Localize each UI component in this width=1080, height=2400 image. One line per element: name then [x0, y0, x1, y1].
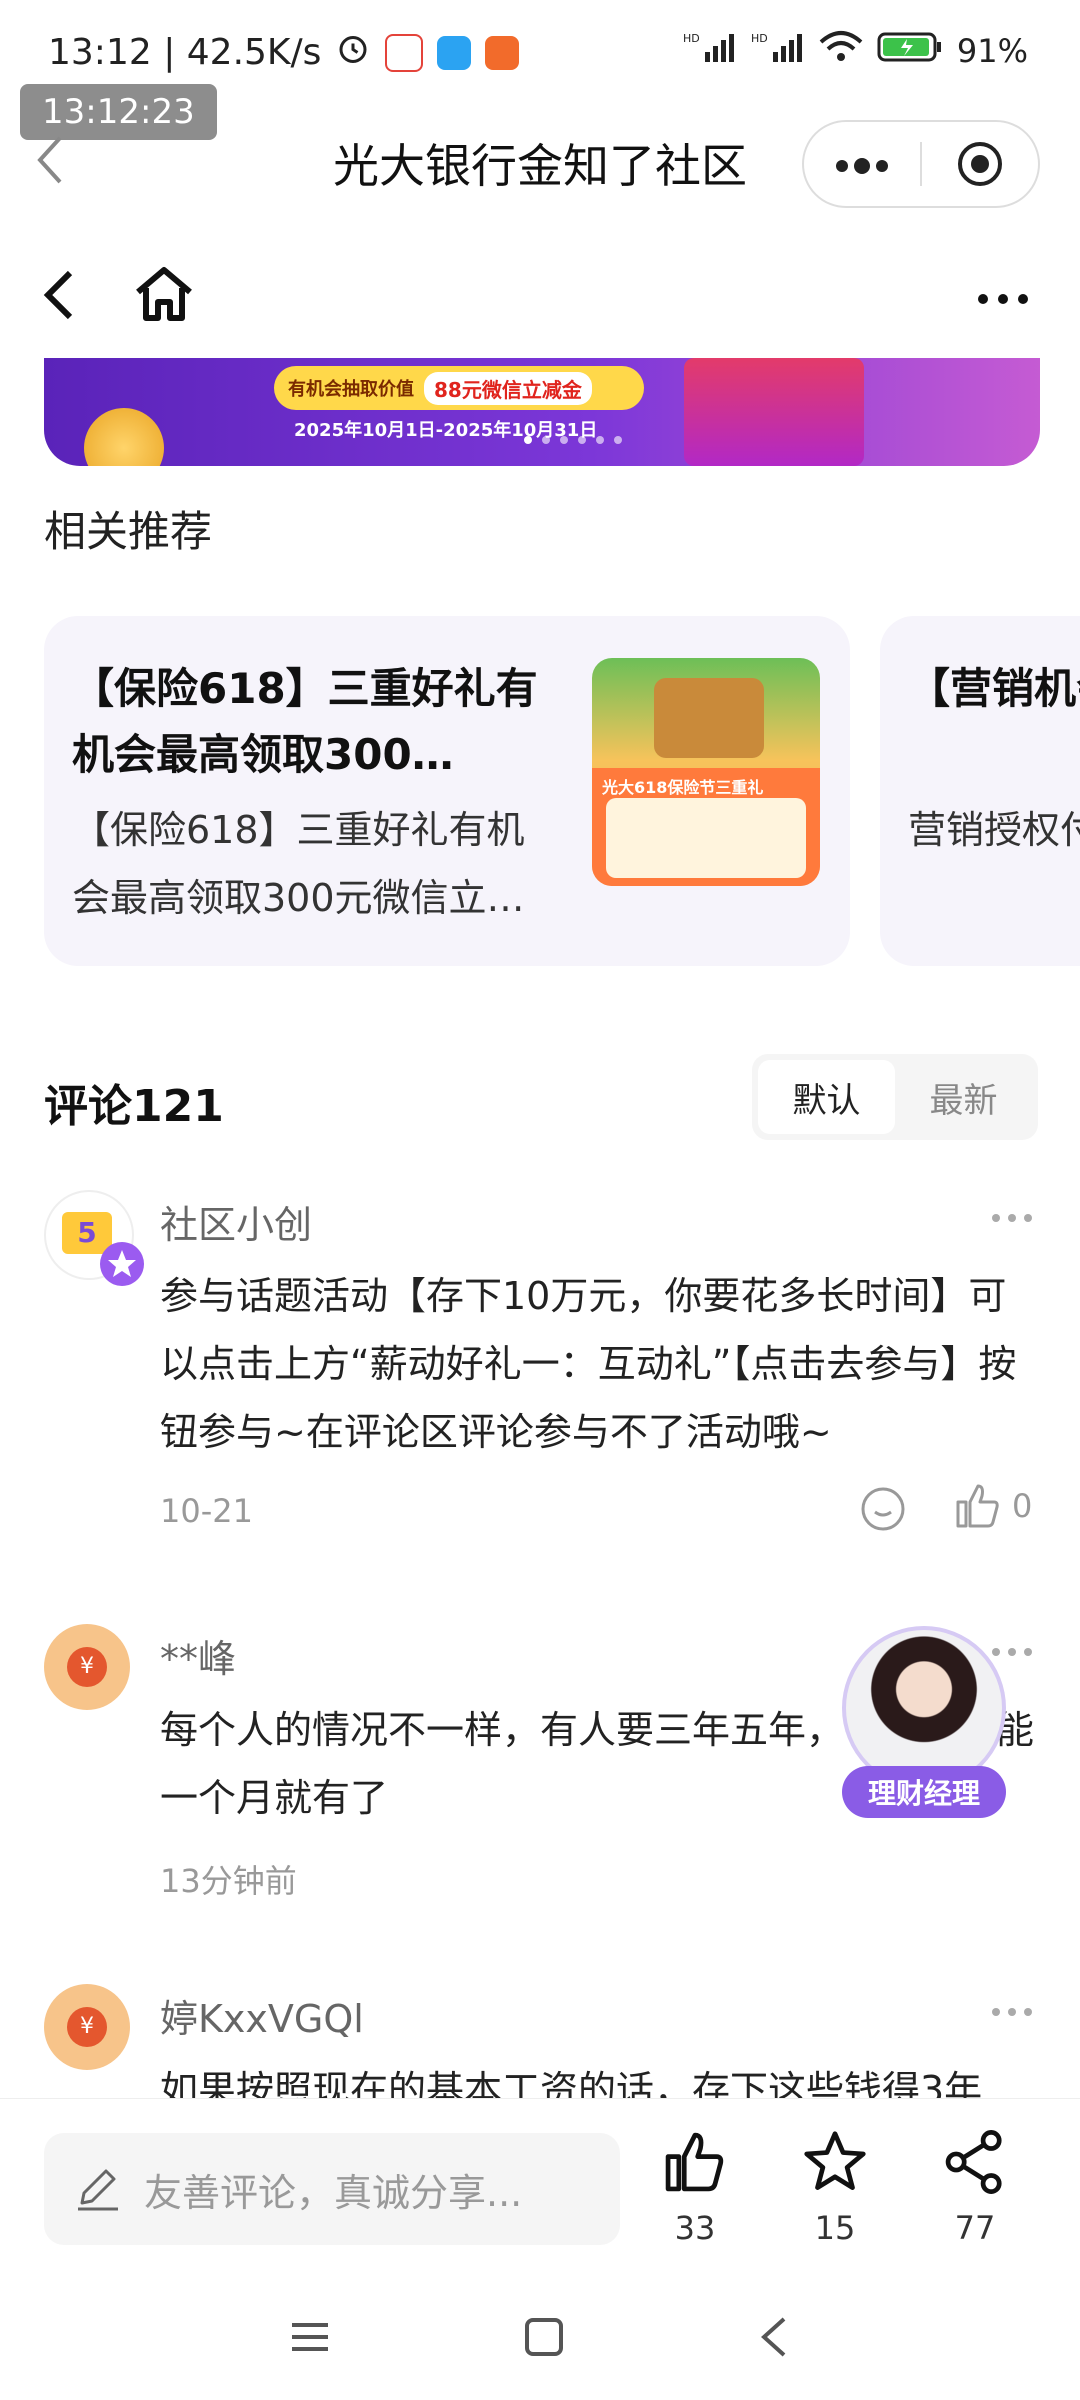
banner-pill-highlight: 88元微信立减金 — [424, 371, 592, 405]
like-count: 33 — [674, 2209, 716, 2247]
status-right: HD HD 91% — [683, 30, 1028, 72]
like-button[interactable]: 33 — [650, 2127, 740, 2247]
wifi-icon — [819, 30, 863, 72]
money-bag-icon: ¥ — [67, 1647, 107, 1687]
comment-date: 10-21 — [160, 1492, 253, 1530]
more-icon[interactable] — [976, 270, 1030, 316]
status-time-speed: 13:12 | 42.5K/s — [48, 32, 322, 73]
home-square-icon[interactable] — [522, 2315, 566, 2363]
comment-input-placeholder: 友善评论，真诚分享... — [144, 2170, 523, 2215]
pencil-icon — [78, 2169, 118, 2211]
banner-dot — [560, 436, 568, 444]
signal-icon-2: HD — [751, 30, 805, 72]
menu-icon[interactable] — [288, 2317, 332, 2361]
avatar[interactable]: ¥ — [44, 1624, 130, 1710]
sort-latest-button[interactable]: 最新 — [895, 1060, 1032, 1134]
thumb-up-icon — [956, 1484, 999, 1528]
money-bag-icon: ¥ — [67, 2007, 107, 2047]
sort-default-button[interactable]: 默认 — [758, 1060, 895, 1134]
status-left: 13:12 | 42.5K/s — [48, 30, 520, 75]
back-icon[interactable] — [40, 265, 76, 329]
share-icon — [945, 2130, 1002, 2194]
comment-more-icon[interactable] — [990, 1188, 1034, 1234]
system-back-icon[interactable] — [756, 2313, 792, 2365]
recommend-section-title: 相关推荐 — [44, 507, 213, 556]
app-icon-orange — [485, 35, 520, 70]
advisor-label[interactable]: 理财经理 — [842, 1766, 1006, 1818]
capsule-more-button[interactable] — [804, 144, 920, 185]
avatar[interactable]: ¥ — [44, 1984, 130, 2070]
comment-like-count: 0 — [1012, 1487, 1033, 1525]
share-button[interactable]: 77 — [930, 2127, 1020, 2247]
banner-pagination — [524, 436, 622, 444]
promo-banner[interactable]: 有机会抽取价值 88元微信立减金 2025年10月1日-2025年10月31日 — [44, 358, 1040, 466]
system-navigation-bar — [0, 2278, 1080, 2400]
miniapp-capsule — [802, 120, 1040, 208]
comment-item: 5 — [44, 1190, 144, 1286]
comment-input[interactable]: 友善评论，真诚分享... — [44, 2133, 620, 2245]
avatar[interactable]: 5 — [44, 1190, 144, 1286]
thumbnail-panel — [606, 798, 806, 878]
share-count: 77 — [954, 2209, 996, 2247]
app-icon-blue — [437, 35, 472, 70]
favorite-button[interactable]: 15 — [790, 2127, 880, 2247]
capsule-close-button[interactable] — [922, 140, 1038, 188]
comment-sort-toggle: 默认 最新 — [752, 1054, 1038, 1140]
reply-icon[interactable] — [858, 1484, 908, 1538]
comment-author[interactable]: 社区小创 — [160, 1194, 312, 1249]
banner-pill: 有机会抽取价值 88元微信立减金 — [274, 366, 644, 410]
thumb-up-icon — [665, 2132, 724, 2192]
treasure-chest-icon — [654, 678, 764, 758]
map-app-icon — [385, 33, 424, 72]
recommend-card-desc: 【保险618】三重好礼有机会最高领取300元微信立… — [72, 808, 525, 920]
svg-text:HD: HD — [751, 32, 768, 45]
comment-more-icon[interactable] — [990, 1982, 1034, 2028]
banner-dot — [596, 436, 604, 444]
thumbnail-caption: 光大618保险节三重礼 — [602, 778, 764, 797]
signal-icon: HD — [683, 30, 737, 72]
comment-author[interactable]: **峰 — [160, 1628, 236, 1683]
comments-count-title: 评论121 — [44, 1081, 224, 1132]
recommend-card-title: 【营销机会赢 — [908, 664, 1080, 713]
comment-text: 参与话题活动【存下10万元，你要花多长时间】可以点击上方“薪动好礼一：互动礼”【… — [160, 1274, 1017, 1454]
star-badge-icon — [98, 1240, 146, 1292]
comment-date: 13分钟前 — [160, 1862, 297, 1900]
coin-icon — [84, 408, 164, 466]
banner-dot — [578, 436, 586, 444]
banner-pill-text: 有机会抽取价值 — [288, 379, 414, 400]
comment-author[interactable]: 婷KxxVGQl — [160, 1988, 364, 2043]
banner-dot — [524, 436, 532, 444]
banner-dot — [542, 436, 550, 444]
svg-text:HD: HD — [683, 32, 700, 45]
battery-percent: 91% — [956, 32, 1028, 70]
recommend-card-desc: 营销授权付即抽 — [908, 808, 1080, 852]
star-icon — [804, 2131, 866, 2190]
banner-dot — [614, 436, 622, 444]
recommend-card[interactable]: 【营销机会赢 营销授权付即抽 — [880, 616, 1080, 966]
gift-box-icon — [684, 358, 864, 466]
favorite-count: 15 — [814, 2209, 856, 2247]
alarm-icon — [335, 30, 371, 75]
bottom-action-bar: 友善评论，真诚分享... 33 15 77 — [0, 2098, 1080, 2279]
comment-like-button[interactable]: 0 — [952, 1480, 1032, 1532]
recommend-card-title: 【保险618】三重好礼有机会最高领取300… — [72, 664, 538, 779]
recommend-card[interactable]: 【保险618】三重好礼有机会最高领取300… 【保险618】三重好礼有机会最高领… — [44, 616, 850, 966]
battery-icon — [877, 30, 943, 72]
comment-more-icon[interactable] — [990, 1622, 1034, 1668]
recommend-card-thumbnail: 光大618保险节三重礼 — [592, 658, 820, 886]
home-icon[interactable] — [132, 262, 196, 330]
